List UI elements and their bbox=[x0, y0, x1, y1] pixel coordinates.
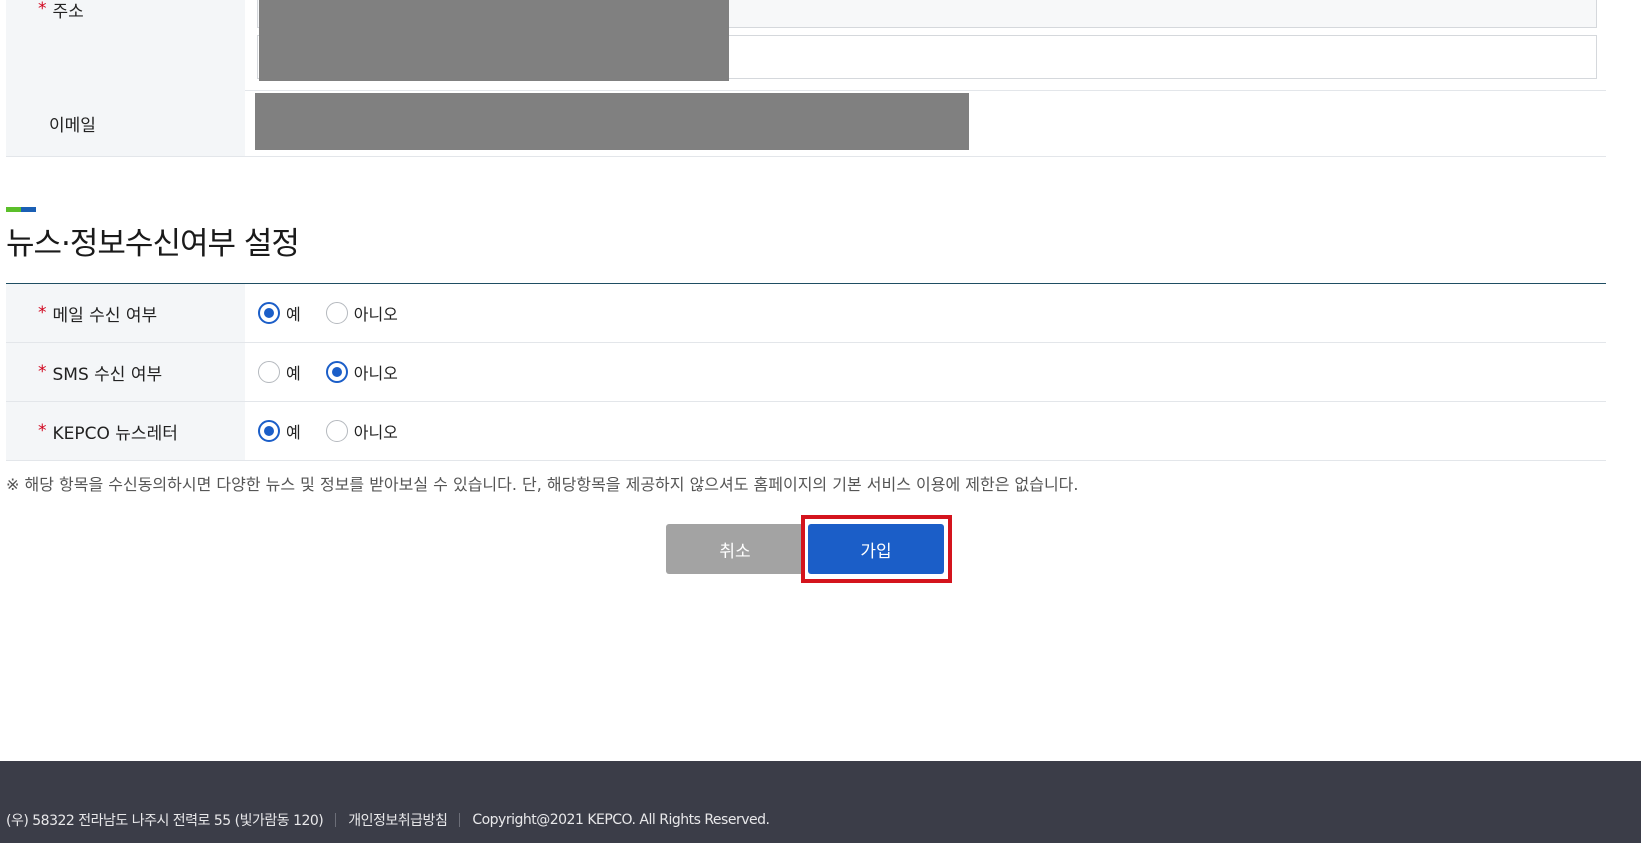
pref-label-text: 메일 수신 여부 bbox=[52, 305, 158, 326]
email-option-no[interactable]: 아니오 bbox=[325, 301, 398, 325]
pref-value-email: 예 아니오 bbox=[245, 284, 1606, 342]
required-mark: * bbox=[38, 362, 47, 382]
address-value bbox=[245, 0, 1606, 90]
option-label: 예 bbox=[286, 423, 301, 442]
option-label: 아니오 bbox=[353, 364, 398, 383]
radio-unselected-icon[interactable] bbox=[258, 361, 280, 383]
address-label: * 주소 bbox=[6, 0, 245, 90]
section-accent-bar bbox=[6, 207, 36, 212]
radio-unselected-icon[interactable] bbox=[325, 302, 348, 324]
newsletter-option-no[interactable]: 아니오 bbox=[325, 419, 398, 443]
radio-selected-icon[interactable] bbox=[325, 361, 348, 383]
email-option-yes[interactable]: 예 bbox=[258, 301, 301, 325]
footer-address: (우) 58322 전라남도 나주시 전력로 55 (빛가람동 120) bbox=[6, 813, 324, 829]
email-radio-group: 예 아니오 bbox=[245, 284, 1606, 342]
required-mark: * bbox=[38, 0, 47, 19]
privacy-policy-link[interactable]: 개인정보취급방침 bbox=[348, 810, 448, 830]
option-label: 예 bbox=[286, 364, 301, 383]
footer-copyright: Copyright@2021 KEPCO. All Rights Reserve… bbox=[472, 812, 770, 828]
masked-email bbox=[255, 93, 969, 150]
footer bbox=[0, 761, 1641, 843]
pref-label-text: KEPCO 뉴스레터 bbox=[52, 423, 178, 444]
join-button[interactable]: 가입 bbox=[808, 524, 944, 574]
radio-selected-icon[interactable] bbox=[258, 302, 280, 324]
pref-label-sms: * SMS 수신 여부 bbox=[6, 343, 245, 401]
pref-label-text: SMS 수신 여부 bbox=[52, 364, 163, 385]
required-mark: * bbox=[38, 303, 47, 323]
masked-address bbox=[259, 0, 729, 81]
email-value bbox=[245, 90, 1606, 156]
sms-radio-group: 예 아니오 bbox=[245, 343, 1606, 401]
cancel-button[interactable]: 취소 bbox=[666, 524, 804, 574]
pref-value-newsletter: 예 아니오 bbox=[245, 402, 1606, 460]
address-label-text: 주소 bbox=[52, 2, 84, 22]
sms-option-yes[interactable]: 예 bbox=[258, 360, 301, 384]
newsletter-radio-group: 예 아니오 bbox=[245, 402, 1606, 460]
pref-label-newsletter: * KEPCO 뉴스레터 bbox=[6, 402, 245, 460]
required-mark: * bbox=[38, 421, 47, 441]
radio-selected-icon[interactable] bbox=[258, 420, 280, 442]
sms-option-no[interactable]: 아니오 bbox=[325, 360, 398, 384]
pref-row-email: * 메일 수신 여부 예 아니오 bbox=[6, 284, 1606, 343]
newsletter-option-yes[interactable]: 예 bbox=[258, 419, 301, 443]
section-title: 뉴스·정보수신여부 설정 bbox=[6, 226, 300, 262]
footer-info: (우) 58322 전라남도 나주시 전력로 55 (빛가람동 120) 개인정… bbox=[6, 810, 770, 830]
email-label: 이메일 bbox=[6, 90, 245, 156]
email-row: 이메일 bbox=[6, 90, 1606, 157]
footer-divider bbox=[335, 813, 337, 827]
email-label-text: 이메일 bbox=[49, 115, 96, 136]
radio-unselected-icon[interactable] bbox=[325, 420, 348, 442]
pref-value-sms: 예 아니오 bbox=[245, 343, 1606, 401]
consent-notice: ※ 해당 항목을 수신동의하시면 다양한 뉴스 및 정보를 받아보실 수 있습니… bbox=[6, 475, 1079, 494]
option-label: 예 bbox=[286, 305, 301, 324]
option-label: 아니오 bbox=[353, 423, 398, 442]
footer-divider bbox=[459, 813, 461, 827]
address-row: * 주소 bbox=[6, 0, 1606, 91]
pref-row-newsletter: * KEPCO 뉴스레터 예 아니오 bbox=[6, 402, 1606, 461]
pref-label-email: * 메일 수신 여부 bbox=[6, 284, 245, 342]
option-label: 아니오 bbox=[353, 305, 398, 324]
pref-row-sms: * SMS 수신 여부 예 아니오 bbox=[6, 343, 1606, 402]
